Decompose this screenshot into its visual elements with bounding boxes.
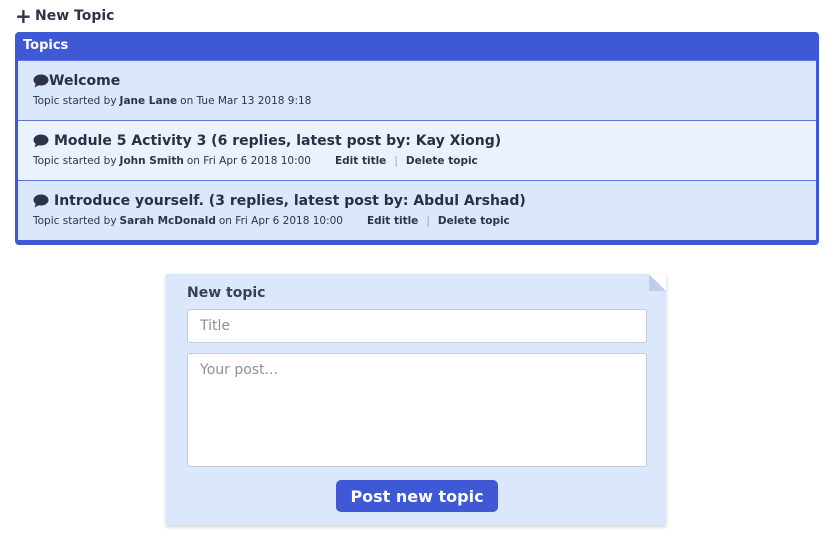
post-textarea[interactable]: [187, 353, 647, 467]
topic-actions: Edit title | Delete topic: [335, 155, 478, 167]
topic-author: John Smith: [119, 155, 184, 167]
edit-title-link[interactable]: Edit title: [335, 155, 386, 167]
action-divider: |: [426, 215, 430, 227]
topic-author: Sarah McDonald: [119, 215, 216, 227]
topic-meta: Topic started by Sarah McDonald on Fri A…: [33, 215, 801, 227]
edit-title-link[interactable]: Edit title: [367, 215, 418, 227]
delete-topic-link[interactable]: Delete topic: [406, 155, 478, 167]
speech-bubble-icon: [33, 134, 49, 148]
topic-actions: Edit title | Delete topic: [367, 215, 510, 227]
topic-date: on Tue Mar 13 2018 9:18: [180, 95, 312, 107]
page-fold-mask: [649, 274, 666, 291]
delete-topic-link[interactable]: Delete topic: [438, 215, 510, 227]
new-topic-form-label: New topic: [187, 285, 266, 301]
topics-panel-header: Topics: [23, 38, 69, 53]
action-divider: |: [394, 155, 398, 167]
new-topic-form: New topic Post new topic: [166, 274, 666, 525]
topic-title-link[interactable]: Module 5 Activity 3 (6 replies, latest p…: [33, 131, 801, 151]
topic-title-link[interactable]: Welcome: [33, 71, 801, 91]
topic-date: on Fri Apr 6 2018 10:00: [186, 155, 311, 167]
topic-meta: Topic started by Jane Lane on Tue Mar 13…: [33, 95, 801, 107]
topic-meta: Topic started by John Smith on Fri Apr 6…: [33, 155, 801, 167]
topic-title-link[interactable]: Introduce yourself. (3 replies, latest p…: [33, 191, 801, 211]
topic-started-prefix: Topic started by: [33, 155, 117, 167]
topics-panel: Topics Welcome Topic started by Jane Lan…: [15, 32, 819, 245]
topic-title: Introduce yourself. (3 replies, latest p…: [54, 193, 526, 209]
new-topic-link[interactable]: + New Topic: [15, 6, 114, 26]
topic-row: Welcome Topic started by Jane Lane on Tu…: [18, 60, 816, 120]
plus-icon: +: [15, 4, 32, 28]
title-input[interactable]: [187, 309, 647, 343]
topic-author: Jane Lane: [119, 95, 178, 107]
topic-row: Introduce yourself. (3 replies, latest p…: [18, 180, 816, 240]
topic-title: Module 5 Activity 3 (6 replies, latest p…: [54, 133, 502, 149]
topic-title: Welcome: [49, 73, 121, 89]
topic-date: on Fri Apr 6 2018 10:00: [218, 215, 343, 227]
speech-bubble-icon: [33, 194, 49, 208]
post-new-topic-button[interactable]: Post new topic: [336, 480, 498, 512]
topic-row: Module 5 Activity 3 (6 replies, latest p…: [18, 120, 816, 180]
new-topic-label: New Topic: [35, 8, 115, 24]
speech-bubble-icon: [33, 74, 49, 88]
topic-started-prefix: Topic started by: [33, 215, 117, 227]
topic-started-prefix: Topic started by: [33, 95, 117, 107]
